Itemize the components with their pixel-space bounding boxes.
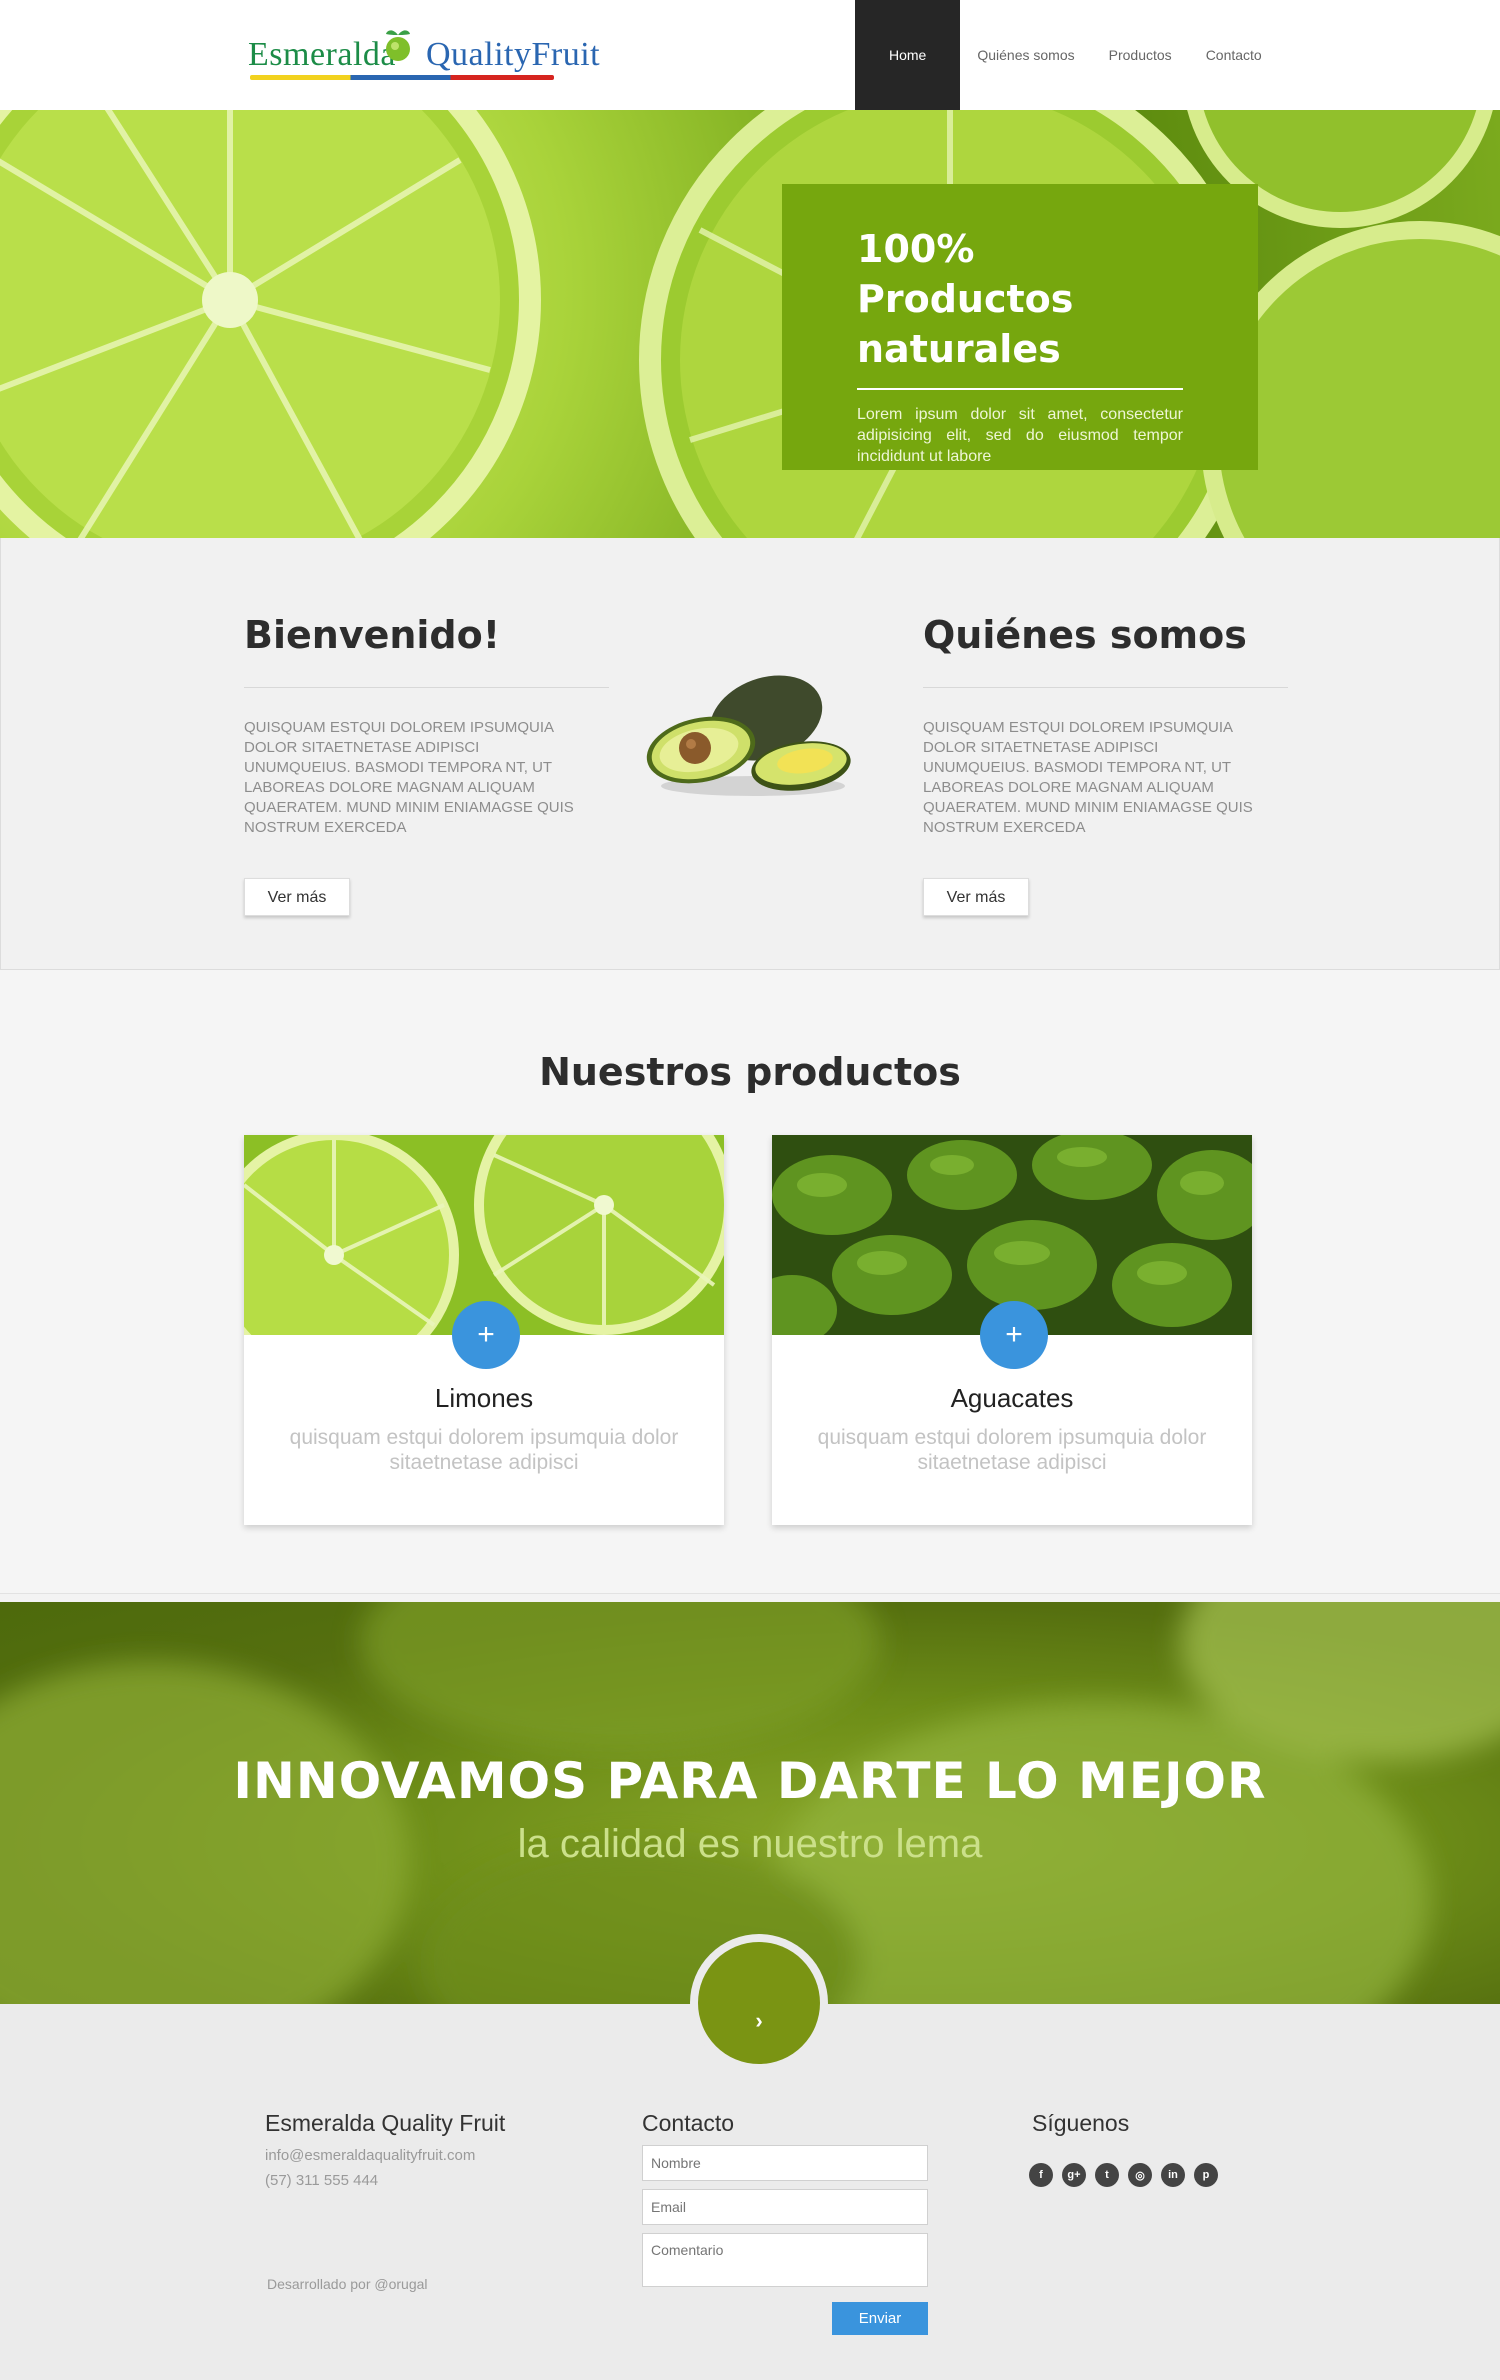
welcome-section: Bienvenido! Quisquam estqui dolorem ipsu… (0, 538, 1500, 970)
dribbble-icon[interactable]: ◎ (1128, 2163, 1152, 2187)
chevron-right-icon: › (755, 2008, 763, 2033)
lime-slices-background (0, 110, 1500, 538)
nav-item-quienes-somos[interactable]: Quiénes somos (960, 0, 1091, 110)
about-column: Quiénes somos Quisquam estqui dolorem ip… (923, 538, 1288, 916)
products-title: Nuestros productos (539, 1050, 961, 1094)
footer-email[interactable]: info@esmeraldaqualityfruit.com (265, 2143, 505, 2168)
footer-phone: (57) 311 555 444 (265, 2172, 379, 2189)
hero-divider (857, 388, 1183, 390)
limones-description: quisquam estqui dolorem ipsumquia dolor … (289, 1426, 679, 1474)
hero-section: 100% Productos naturales Lorem ipsum dol… (0, 110, 1500, 538)
logo-word-esmeralda: Esmeralda (248, 36, 396, 73)
avocado-image (646, 675, 851, 796)
footer-contact-title: Contacto (642, 2110, 735, 2136)
nav-item-contacto[interactable]: Contacto (1189, 0, 1279, 110)
hero-title-line2: naturales (857, 327, 1061, 371)
contact-comment-field[interactable] (642, 2233, 928, 2287)
welcome-text: Quisquam estqui dolorem ipsumquia dolor … (244, 719, 574, 836)
linkedin-icon[interactable]: in (1161, 2163, 1185, 2187)
limones-plus-button[interactable]: + (452, 1301, 520, 1369)
hero-promo-box: 100% Productos naturales Lorem ipsum dol… (782, 184, 1258, 470)
logo-word-fruit: Fruit (531, 36, 601, 73)
contact-name-field[interactable] (642, 2145, 928, 2181)
aguacates-description: quisquam estqui dolorem ipsumquia dolor … (817, 1426, 1207, 1474)
contact-email-field[interactable] (642, 2189, 928, 2225)
facebook-icon[interactable]: f (1029, 2163, 1053, 2187)
product-card-aguacates: + Aguacates quisquam estqui dolorem ipsu… (772, 1135, 1252, 1525)
welcome-title: Bienvenido! (244, 613, 501, 657)
limones-title[interactable]: Limones (244, 1383, 724, 1414)
about-title: Quiénes somos (923, 613, 1247, 657)
footer-social-title: Síguenos (1032, 2110, 1130, 2136)
welcome-more-button[interactable]: Ver más (244, 878, 350, 916)
banner-subtitle: la calidad es nuestro lema (517, 1822, 983, 1866)
welcome-divider (244, 687, 609, 688)
scroll-next-button[interactable]: › (698, 1942, 820, 2064)
footer-contact-form: Contacto Enviar (642, 2110, 928, 2335)
about-divider (923, 687, 1288, 688)
logo-word-quality: Quality (426, 36, 532, 73)
product-card-limones: + Limones quisquam estqui dolorem ipsumq… (244, 1135, 724, 1525)
hero-title: 100% Productos naturales (857, 224, 1183, 374)
google-plus-icon[interactable]: g+ (1062, 2163, 1086, 2187)
site-header: Esmeralda QualityFruit Home Quiénes somos… (0, 0, 1500, 110)
social-icons: f g+ t ◎ in p (1029, 2163, 1218, 2187)
site-logo[interactable]: Esmeralda QualityFruit (248, 26, 600, 84)
footer-credit: Desarrollado por @orugal (267, 2276, 428, 2292)
about-text: Quisquam estqui dolorem ipsumquia dolor … (923, 719, 1253, 836)
footer-social: Síguenos f g+ t ◎ in p (1029, 2110, 1218, 2187)
logo-text: Esmeralda QualityFruit (248, 36, 600, 74)
welcome-column: Bienvenido! Quisquam estqui dolorem ipsu… (244, 538, 609, 916)
hero-title-line1: 100% Productos (857, 227, 1074, 321)
hero-text: Lorem ipsum dolor sit amet, consectetur … (857, 406, 1183, 465)
contact-submit-button[interactable]: Enviar (832, 2302, 928, 2335)
nav-item-home[interactable]: Home (855, 0, 961, 110)
footer-company-title: Esmeralda Quality Fruit (265, 2110, 506, 2136)
logo-color-bar (250, 75, 554, 80)
aguacates-title[interactable]: Aguacates (772, 1383, 1252, 1414)
footer-company: Esmeralda Quality Fruit info@esmeraldaqu… (265, 2110, 505, 2193)
pinterest-icon[interactable]: p (1194, 2163, 1218, 2187)
aguacates-plus-button[interactable]: + (980, 1301, 1048, 1369)
banner-title: INNOVAMOS PARA DARTE LO MEJOR (233, 1752, 1267, 1810)
products-section: Nuestros productos + Limones quisquam es… (0, 970, 1500, 1594)
lime-logo-icon (386, 30, 410, 61)
main-nav: Home Quiénes somos Productos Contacto (855, 0, 1279, 110)
twitter-icon[interactable]: t (1095, 2163, 1119, 2187)
nav-item-productos[interactable]: Productos (1092, 0, 1189, 110)
about-more-button[interactable]: Ver más (923, 878, 1029, 916)
